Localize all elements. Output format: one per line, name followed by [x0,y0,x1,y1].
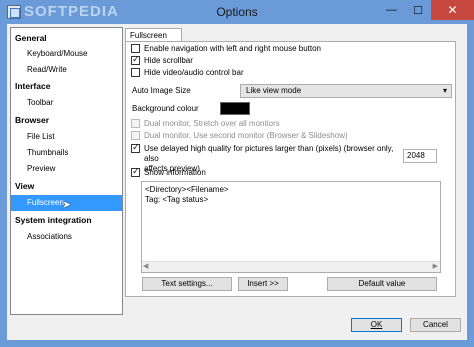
delayed-hq-checkbox[interactable] [131,142,140,153]
enable-navigation-option[interactable]: Enable navigation with left and right mo… [131,44,321,54]
show-information-checkbox[interactable] [131,166,140,177]
auto-image-size-select[interactable]: Like view mode ▾ [240,84,452,98]
enable-navigation-label: Enable navigation with left and right mo… [144,44,322,53]
tree-category-general[interactable]: General [11,30,122,46]
chevron-down-icon: ▾ [442,86,447,95]
auto-image-size-label: Auto Image Size [132,86,191,95]
info-template-line1: <Directory><Filename> [145,185,229,194]
show-information-label: Show information [144,168,206,177]
tree-item-preview[interactable]: Preview [11,161,122,177]
dual-second-checkbox[interactable] [131,131,140,140]
background-colour-swatch[interactable] [220,102,250,115]
tree-item-associations[interactable]: Associations [11,229,122,245]
title-bar[interactable]: SOFTPEDIA Options — ☐ ✕ [0,0,474,24]
info-template-textarea[interactable]: <Directory><Filename> Tag: <Tag status> [141,181,441,273]
tree-category-view[interactable]: View [11,178,122,194]
text-settings-button[interactable]: Text settings... [142,277,232,291]
background-colour-label: Background colour [132,104,199,113]
tree-category-browser[interactable]: Browser [11,112,122,128]
scroll-right-icon[interactable]: ▶ [433,262,438,270]
minimize-button[interactable]: — [378,0,405,20]
ok-button-label: OK [370,320,383,329]
delayed-hq-size-input[interactable]: 2048 [403,149,437,163]
dual-stretch-checkbox[interactable] [131,119,140,128]
auto-image-size-value: Like view mode [246,86,302,95]
insert-button[interactable]: Insert >> [238,277,288,291]
info-template-line2: Tag: <Tag status> [145,195,209,204]
dual-stretch-option[interactable]: Dual monitor, Stretch over all monitors [131,119,280,129]
hide-scrollbar-label: Hide scrollbar [144,56,193,65]
tree-item-toolbar[interactable]: Toolbar [11,95,122,111]
close-button[interactable]: ✕ [431,0,474,20]
dual-second-label: Dual monitor, Use second monitor (Browse… [144,131,348,140]
scroll-left-icon[interactable]: ◀ [143,262,148,270]
options-tree[interactable]: General Keyboard/Mouse Read/Write Interf… [10,27,123,315]
default-value-button[interactable]: Default value [327,277,437,291]
tree-item-keyboard-mouse[interactable]: Keyboard/Mouse [11,46,122,62]
tree-category-interface[interactable]: Interface [11,78,122,94]
cancel-button[interactable]: Cancel [410,318,461,332]
hide-video-bar-label: Hide video/audio control bar [144,68,244,77]
tree-item-read-write[interactable]: Read/Write [11,62,122,78]
maximize-button[interactable]: ☐ [405,0,431,20]
enable-navigation-checkbox[interactable] [131,44,140,53]
dual-second-option[interactable]: Dual monitor, Use second monitor (Browse… [131,131,348,141]
delayed-hq-label-line1: Use delayed high quality for pictures la… [144,144,394,163]
tree-category-system-integration[interactable]: System integration [11,212,122,228]
tree-item-thumbnails[interactable]: Thumbnails [11,145,122,161]
dual-stretch-label: Dual monitor, Stretch over all monitors [144,119,280,128]
mouse-cursor-icon: ➤ [62,199,72,211]
info-horizontal-scrollbar[interactable]: ◀ ▶ [142,261,440,272]
tab-fullscreen[interactable]: Fullscreen [125,28,182,42]
ok-button[interactable]: OK [351,318,402,332]
hide-scrollbar-checkbox[interactable] [131,54,140,65]
hide-video-bar-option[interactable]: Hide video/audio control bar [131,68,244,78]
hide-scrollbar-option[interactable]: Hide scrollbar [131,54,193,66]
show-information-option[interactable]: Show information [131,166,206,178]
cancel-button-label: Cancel [423,320,448,329]
tree-item-file-list[interactable]: File List [11,129,122,145]
hide-video-bar-checkbox[interactable] [131,68,140,77]
